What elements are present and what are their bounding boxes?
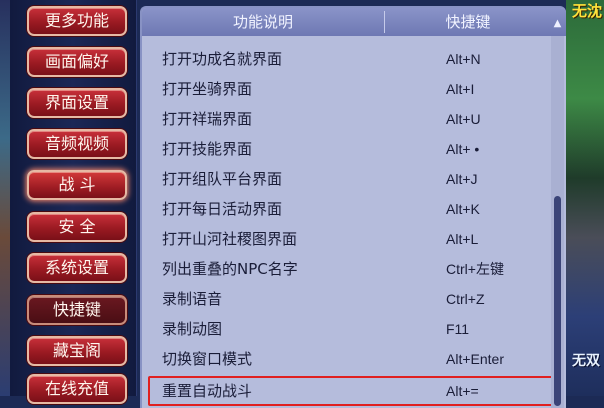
table-row[interactable]: 打开祥瑞界面 Alt+U [142, 104, 550, 134]
row-hotkey: Alt+Enter [446, 351, 504, 367]
table-row[interactable]: 录制语音 Ctrl+Z [142, 284, 550, 314]
header-hotkey: 快捷键 [445, 13, 491, 31]
row-hotkey: Alt+U [446, 111, 481, 127]
table-row-highlighted[interactable]: 重置自动战斗 Alt+= [148, 376, 562, 406]
menu-hotkeys-button[interactable]: 快捷键 [27, 295, 127, 325]
row-function: 打开技能界面 [162, 140, 253, 158]
row-hotkey: Alt+K [446, 201, 480, 217]
table-row[interactable]: 打开组队平台界面 Alt+J [142, 164, 550, 194]
row-function: 录制动图 [162, 320, 223, 338]
menu-battle-button[interactable]: 战 斗 [27, 170, 127, 200]
row-hotkey: Alt+= [446, 383, 479, 399]
row-hotkey: Ctrl+Z [446, 291, 485, 307]
table-row[interactable]: 切换窗口模式 Alt+Enter [142, 344, 550, 374]
row-hotkey: Ctrl+左键 [446, 261, 504, 277]
table-row[interactable]: 打开山河社稷图界面 Alt+L [142, 224, 550, 254]
row-hotkey: Alt+J [446, 171, 478, 187]
menu-system-settings-button[interactable]: 系统设置 [27, 253, 127, 283]
header-function-description: 功能说明 [232, 13, 293, 31]
hotkey-panel: 功能说明 快捷键 ▲ 打开功成名就界面 Alt+N 打开坐骑界面 Alt+I 打… [140, 6, 566, 408]
background-text-top: 无沈 [572, 2, 603, 20]
row-hotkey: Alt+L [446, 231, 479, 247]
row-hotkey: Alt+I [446, 81, 475, 97]
background-text-bottom: 无双 [572, 353, 600, 369]
vertical-scrollbar[interactable] [551, 36, 564, 408]
row-function: 切换窗口模式 [162, 350, 253, 368]
row-function: 打开祥瑞界面 [162, 110, 253, 128]
menu-audio-video-button[interactable]: 音频视频 [27, 129, 127, 159]
menu-more-functions-button[interactable]: 更多功能 [27, 6, 127, 36]
table-row[interactable]: 录制动图 F11 [142, 314, 550, 344]
table-header: 功能说明 快捷键 [142, 8, 566, 36]
menu-graphics-preference-button[interactable]: 画面偏好 [27, 47, 127, 77]
row-hotkey: Alt+N [446, 51, 481, 67]
settings-menu: 更多功能 画面偏好 界面设置 音频视频 战 斗 安 全 系统设置 快捷键 藏宝阁… [10, 0, 137, 404]
row-function: 打开山河社稷图界面 [162, 230, 298, 248]
table-row[interactable]: 打开坐骑界面 Alt+I [142, 74, 550, 104]
table-row[interactable]: 打开技能界面 Alt+ • [142, 134, 550, 164]
row-hotkey: Alt+ • [446, 141, 480, 157]
row-function: 打开组队平台界面 [162, 170, 283, 188]
row-function: 打开坐骑界面 [162, 80, 253, 98]
row-function: 打开功成名就界面 [162, 50, 283, 68]
scrollbar-thumb[interactable] [554, 196, 561, 406]
menu-treasure-pavilion-button[interactable]: 藏宝阁 [27, 336, 127, 366]
row-function: 打开每日活动界面 [162, 200, 283, 218]
row-function: 录制语音 [162, 290, 223, 308]
table-row[interactable]: 打开每日活动界面 Alt+K [142, 194, 550, 224]
menu-security-button[interactable]: 安 全 [27, 212, 127, 242]
game-background-right [566, 0, 604, 396]
table-row[interactable]: 打开功成名就界面 Alt+N [142, 44, 550, 74]
menu-interface-settings-button[interactable]: 界面设置 [27, 88, 127, 118]
row-function: 重置自动战斗 [162, 382, 253, 400]
table-row[interactable]: 列出重叠的NPC名字 Ctrl+左键 [142, 254, 550, 284]
row-hotkey: F11 [446, 321, 470, 337]
scroll-up-icon[interactable]: ▲ [551, 18, 564, 30]
menu-online-recharge-button[interactable]: 在线充值 [27, 374, 127, 404]
row-function: 列出重叠的NPC名字 [162, 260, 298, 278]
